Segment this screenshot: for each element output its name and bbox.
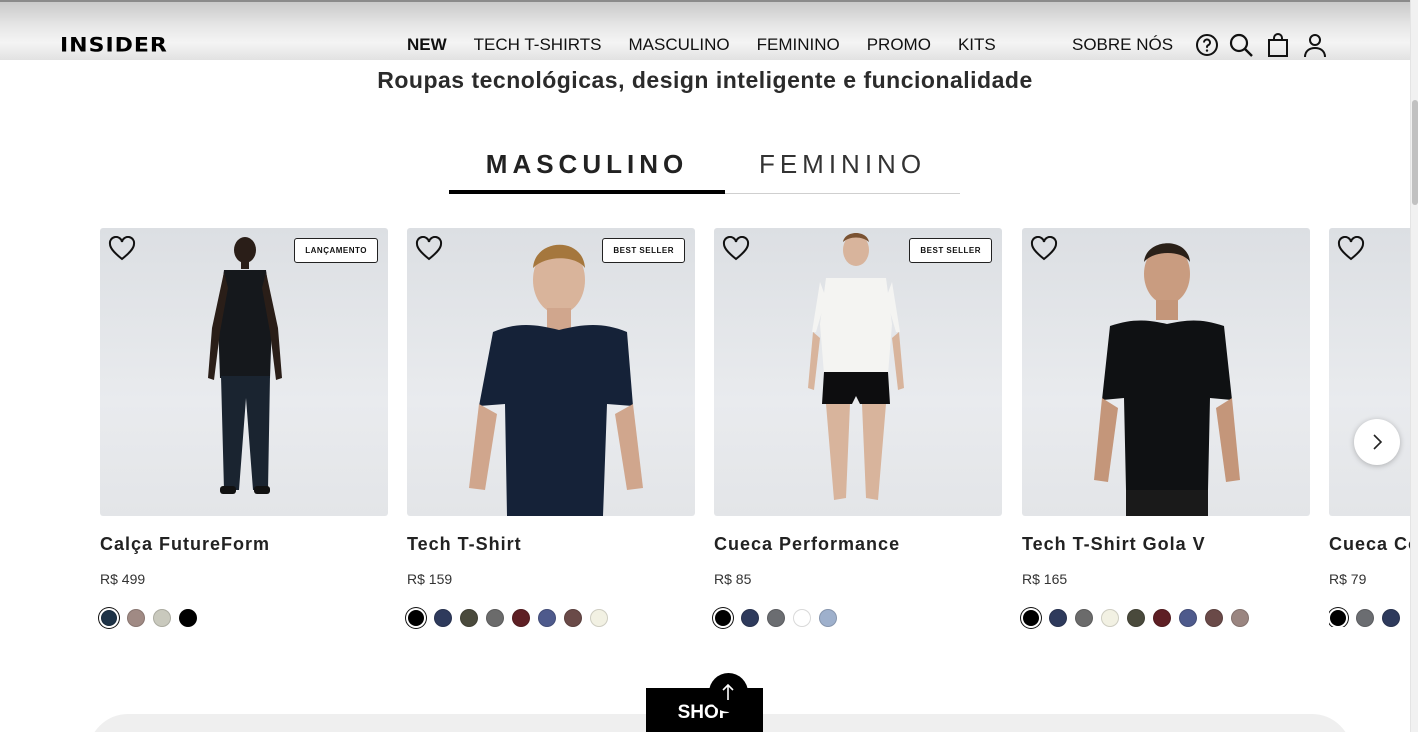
color-swatch[interactable]	[1231, 609, 1249, 627]
tab-masculino[interactable]: MASCULINO	[449, 148, 725, 194]
color-swatch[interactable]	[741, 609, 759, 627]
color-swatches	[100, 609, 388, 627]
nav-tech-tshirts[interactable]: TECH T-SHIRTS	[474, 35, 602, 55]
model-figure	[1094, 243, 1240, 516]
main-nav: NEW TECH T-SHIRTS MASCULINO FEMININO PRO…	[407, 35, 1023, 55]
product-name[interactable]: Cueca Performance	[714, 533, 1002, 555]
color-swatch[interactable]	[127, 609, 145, 627]
nav-feminino[interactable]: FEMININO	[757, 35, 840, 55]
brand-logo[interactable]: INSIDER	[60, 34, 168, 57]
color-swatch[interactable]	[767, 609, 785, 627]
arrow-up-icon	[722, 683, 734, 700]
color-swatch[interactable]	[715, 610, 731, 626]
nav-sobre-nos[interactable]: SOBRE NÓS	[1072, 35, 1173, 55]
product-price: R$ 499	[100, 571, 146, 587]
product-name[interactable]: Calça FutureForm	[100, 533, 388, 555]
product-name[interactable]: Cueca Co	[1329, 533, 1410, 555]
product-image[interactable]	[1022, 228, 1310, 516]
color-swatch[interactable]	[1179, 609, 1197, 627]
color-swatch[interactable]	[819, 609, 837, 627]
product-card[interactable]: BEST SELLER Cueca Performance R$ 85	[714, 228, 1002, 627]
color-swatch[interactable]	[1023, 610, 1039, 626]
product-name[interactable]: Tech T-Shirt	[407, 533, 695, 555]
search-icon[interactable]	[1228, 32, 1254, 58]
nav-masculino[interactable]: MASCULINO	[629, 35, 730, 55]
heart-icon[interactable]	[1337, 236, 1365, 262]
color-swatch[interactable]	[1356, 609, 1374, 627]
product-card[interactable]: LANÇAMENTO Calça FutureForm R$ 499	[100, 228, 388, 627]
model-figure	[808, 233, 904, 500]
color-swatches	[1329, 609, 1410, 627]
heart-icon[interactable]	[415, 236, 443, 262]
color-swatch[interactable]	[1127, 609, 1145, 627]
color-swatch[interactable]	[1382, 609, 1400, 627]
product-card[interactable]: BEST SELLER Tech T-Shirt R$ 159	[407, 228, 695, 627]
tagline: Roupas tecnológicas, design inteligente …	[377, 67, 1033, 93]
product-badge: BEST SELLER	[602, 238, 685, 263]
color-swatch[interactable]	[101, 610, 117, 626]
product-image[interactable]: LANÇAMENTO	[100, 228, 388, 516]
nav-promo[interactable]: PROMO	[867, 35, 931, 55]
nav-kits[interactable]: KITS	[958, 35, 996, 55]
color-swatch[interactable]	[153, 609, 171, 627]
product-image[interactable]: BEST SELLER	[714, 228, 1002, 516]
product-badge: BEST SELLER	[909, 238, 992, 263]
color-swatch[interactable]	[1205, 609, 1223, 627]
carousel-next-button[interactable]	[1354, 419, 1400, 465]
model-figure	[469, 244, 643, 516]
color-swatch[interactable]	[1153, 609, 1171, 627]
color-swatch[interactable]	[179, 609, 197, 627]
color-swatch[interactable]	[1075, 609, 1093, 627]
user-icon[interactable]	[1302, 32, 1328, 58]
color-swatches	[1022, 609, 1310, 627]
color-swatch[interactable]	[460, 609, 478, 627]
color-swatches	[407, 609, 695, 627]
color-swatch[interactable]	[512, 609, 530, 627]
color-swatches	[714, 609, 1002, 627]
product-price: R$ 165	[1022, 571, 1068, 587]
back-to-top-button[interactable]	[709, 673, 748, 712]
product-price: R$ 159	[407, 571, 453, 587]
scrollbar[interactable]	[1410, 0, 1418, 732]
product-image[interactable]: BEST SELLER	[407, 228, 695, 516]
color-swatch[interactable]	[1330, 610, 1346, 626]
color-swatch[interactable]	[538, 609, 556, 627]
heart-icon[interactable]	[722, 236, 750, 262]
color-swatch[interactable]	[564, 609, 582, 627]
color-swatch[interactable]	[1101, 609, 1119, 627]
product-card[interactable]: Tech T-Shirt Gola V R$ 165	[1022, 228, 1310, 627]
model-figure	[208, 237, 282, 494]
color-swatch[interactable]	[590, 609, 608, 627]
color-swatch[interactable]	[408, 610, 424, 626]
product-image[interactable]	[1329, 228, 1410, 516]
color-swatch[interactable]	[486, 609, 504, 627]
bag-icon[interactable]	[1265, 32, 1291, 58]
help-icon[interactable]	[1194, 32, 1220, 58]
nav-new[interactable]: NEW	[407, 35, 447, 55]
site-header: INSIDER NEW TECH T-SHIRTS MASCULINO FEMI…	[0, 0, 1410, 60]
color-swatch[interactable]	[793, 609, 811, 627]
chevron-right-icon	[1373, 434, 1383, 450]
heart-icon[interactable]	[1030, 236, 1058, 262]
heart-icon[interactable]	[108, 236, 136, 262]
color-swatch[interactable]	[1049, 609, 1067, 627]
color-swatch[interactable]	[434, 609, 452, 627]
product-name[interactable]: Tech T-Shirt Gola V	[1022, 533, 1310, 555]
product-price: R$ 79	[1329, 571, 1367, 587]
tab-feminino[interactable]: FEMININO	[725, 148, 960, 194]
product-badge: LANÇAMENTO	[294, 238, 378, 263]
gender-tabs: MASCULINO FEMININO	[449, 148, 960, 194]
product-price: R$ 85	[714, 571, 752, 587]
scrollbar-thumb[interactable]	[1412, 100, 1418, 205]
